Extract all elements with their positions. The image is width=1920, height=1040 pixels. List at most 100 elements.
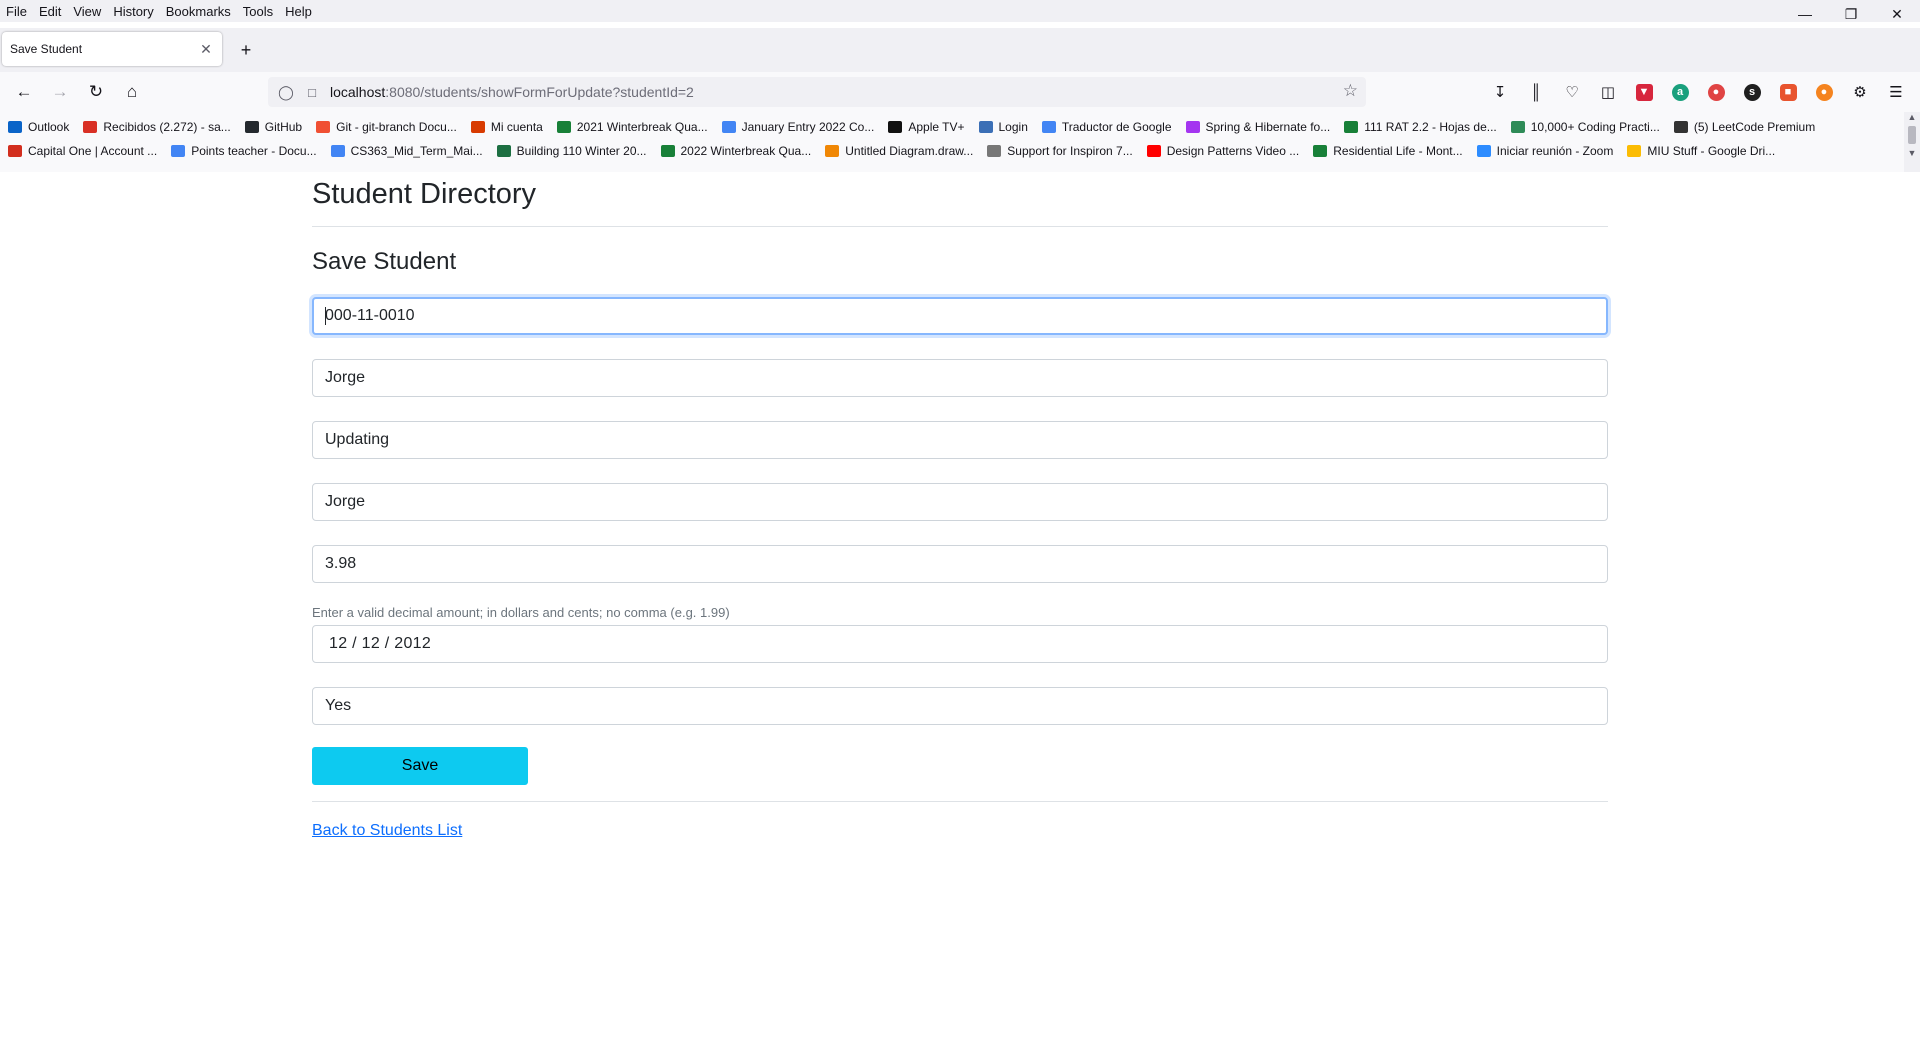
bookmark-item[interactable]: 111 RAT 2.2 - Hojas de... [1344, 120, 1497, 134]
bookmark-item[interactable]: Spring & Hibernate fo... [1185, 120, 1330, 134]
address-bar[interactable]: ◯ □ localhost:8080/students/showFormForU… [268, 77, 1366, 107]
menu-file[interactable]: File [0, 4, 33, 19]
url-path: :8080/students/showFormForUpdate?student… [385, 84, 694, 100]
last-name-value: Updating [325, 431, 390, 448]
extension-orange-icon[interactable]: ● [1806, 76, 1842, 108]
bookmark-label: Outlook [28, 120, 70, 134]
bookmark-item[interactable]: Untitled Diagram.draw... [825, 144, 973, 158]
menu-help[interactable]: Help [279, 4, 318, 19]
bookmark-item[interactable]: Outlook [8, 120, 69, 134]
page-content: Student Directory Save Student 000-11-00… [312, 172, 1608, 840]
extension-a-icon[interactable]: a [1662, 76, 1698, 108]
tab-save-student[interactable]: Save Student ✕ [2, 32, 222, 66]
library-icon[interactable]: ║ [1518, 76, 1554, 108]
bookmark-favicon-icon [721, 121, 736, 133]
shield-icon[interactable]: ◯ [276, 84, 296, 101]
date-input[interactable]: 12 / 12 / 2012 [312, 625, 1608, 663]
bookmark-item[interactable]: Design Patterns Video ... [1146, 144, 1299, 158]
extension-shield-icon[interactable]: ▼ [1626, 76, 1662, 108]
bookmark-label: GitHub [264, 120, 303, 134]
menu-history[interactable]: History [107, 4, 159, 19]
bookmark-item[interactable]: January Entry 2022 Co... [721, 120, 874, 134]
extension-badge-icon[interactable]: ■ [1770, 76, 1806, 108]
url-host: localhost [330, 84, 386, 100]
bookmark-favicon-icon [330, 145, 345, 157]
bookmark-item[interactable]: Traductor de Google [1041, 120, 1172, 134]
bookmark-label: Capital One | Account ... [28, 144, 158, 158]
bookmark-item[interactable]: Residential Life - Mont... [1313, 144, 1463, 158]
scroll-down-icon[interactable]: ▼ [1904, 148, 1920, 158]
bookmark-item[interactable]: 2022 Winterbreak Qua... [660, 144, 811, 158]
bookmark-item[interactable]: Git - git-branch Docu... [316, 120, 457, 134]
bookmark-item[interactable]: Support for Inspiron 7... [987, 144, 1133, 158]
bookmark-item[interactable]: GitHub [244, 120, 303, 134]
bookmark-label: 2021 Winterbreak Qua... [576, 120, 708, 134]
international-value: Yes [325, 697, 352, 714]
student-number-value: 000-11-0010 [325, 307, 415, 324]
extension-red-icon[interactable]: ● [1698, 76, 1734, 108]
new-tab-icon[interactable]: + [236, 40, 256, 61]
first-name-input[interactable]: Jorge [312, 359, 1608, 397]
bookmark-item[interactable]: 10,000+ Coding Practi... [1510, 120, 1660, 134]
restore-icon[interactable]: ❐ [1828, 0, 1874, 28]
student-number-input[interactable]: 000-11-0010 [312, 297, 1608, 335]
back-to-list-link[interactable]: Back to Students List [312, 822, 462, 840]
bookmark-item[interactable]: Mi cuenta [470, 120, 543, 134]
menu-view[interactable]: View [67, 4, 107, 19]
bookmark-item[interactable]: Capital One | Account ... [8, 144, 157, 158]
gpa-input[interactable]: 3.98 [312, 545, 1608, 583]
bookmark-item[interactable]: MIU Stuff - Google Dri... [1627, 144, 1775, 158]
forward-arrow-icon[interactable]: → [42, 76, 78, 108]
bookmark-item[interactable]: Recibidos (2.272) - sa... [83, 120, 231, 134]
page-title: Student Directory [312, 178, 537, 210]
downloads-icon[interactable]: ↧ [1482, 76, 1518, 108]
bookmark-item[interactable]: Points teacher - Docu... [171, 144, 317, 158]
bookmark-item[interactable]: CS363_Mid_Term_Mai... [330, 144, 483, 158]
menu-bookmarks[interactable]: Bookmarks [160, 4, 237, 19]
menu-edit[interactable]: Edit [33, 4, 67, 19]
extension-s-icon[interactable]: s [1734, 76, 1770, 108]
home-icon[interactable]: ⌂ [114, 76, 150, 108]
extensions-gear-icon[interactable]: ⚙ [1842, 76, 1878, 108]
bookmark-favicon-icon [244, 121, 259, 133]
bookmark-item[interactable]: Building 110 Winter 20... [496, 144, 647, 158]
bookmark-item[interactable]: (5) LeetCode Premium [1673, 120, 1815, 134]
nav-toolbar: ← → ↻ ⌂ ◯ □ localhost:8080/students/show… [0, 72, 1920, 112]
bookmark-item[interactable]: Apple TV+ [888, 120, 965, 134]
international-input[interactable]: Yes [312, 687, 1608, 725]
bookmark-favicon-icon [660, 145, 675, 157]
bookmarks-scrollbar[interactable]: ▲ ▼ [1904, 112, 1920, 172]
divider [312, 226, 1608, 227]
bookmark-favicon-icon [8, 145, 22, 157]
bookmark-item[interactable]: Iniciar reunión - Zoom [1476, 144, 1613, 158]
pocket-icon[interactable]: ♡ [1554, 76, 1590, 108]
bookmark-favicon-icon [556, 121, 571, 133]
hamburger-menu-icon[interactable]: ☰ [1878, 76, 1914, 108]
bookmark-label: Login [998, 120, 1028, 134]
bookmark-favicon-icon [171, 145, 186, 157]
minimize-icon[interactable]: — [1782, 0, 1828, 28]
bookmark-favicon-icon [8, 121, 22, 133]
bookmark-favicon-icon [470, 121, 485, 133]
close-window-icon[interactable]: ✕ [1874, 0, 1920, 28]
back-arrow-icon[interactable]: ← [6, 76, 42, 108]
bookmark-favicon-icon [1627, 145, 1642, 157]
tab-close-icon[interactable]: ✕ [198, 41, 214, 58]
bookmark-label: Support for Inspiron 7... [1007, 144, 1133, 158]
scrollbar-thumb[interactable] [1908, 126, 1916, 144]
tab-strip: Save Student ✕ + [0, 28, 1920, 72]
save-button[interactable]: Save [312, 747, 528, 785]
form-title: Save Student [312, 248, 457, 275]
bookmark-favicon-icon [1313, 145, 1328, 157]
bookmark-item[interactable]: Login [978, 120, 1028, 134]
middle-name-input[interactable]: Jorge [312, 483, 1608, 521]
bookmark-star-icon[interactable]: ☆ [1343, 81, 1358, 101]
reload-icon[interactable]: ↻ [78, 76, 114, 108]
bookmark-favicon-icon [1185, 121, 1200, 133]
scroll-up-icon[interactable]: ▲ [1904, 112, 1920, 122]
bookmark-item[interactable]: 2021 Winterbreak Qua... [556, 120, 708, 134]
menu-tools[interactable]: Tools [237, 4, 279, 19]
sidebar-icon[interactable]: ◫ [1590, 76, 1626, 108]
last-name-input[interactable]: Updating [312, 421, 1608, 459]
page-icon[interactable]: □ [302, 85, 322, 100]
